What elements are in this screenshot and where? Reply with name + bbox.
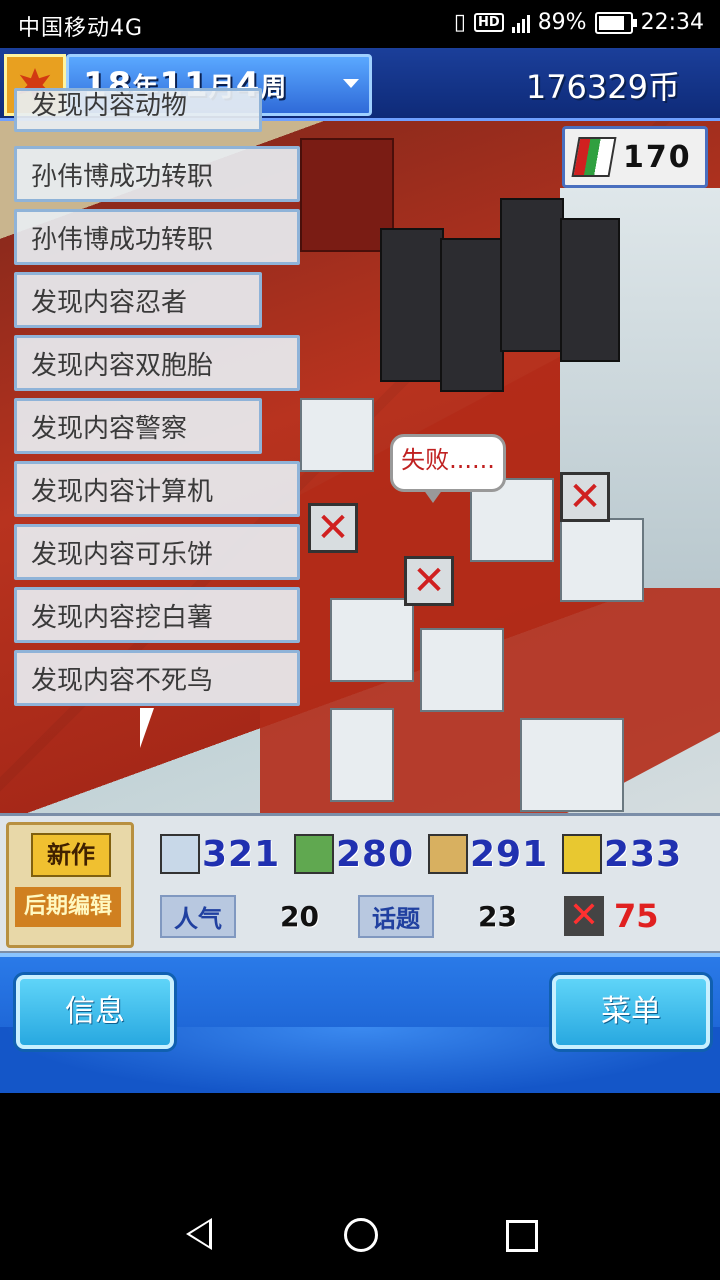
creativity-stat: 280 [294,832,414,876]
log-item[interactable]: 孙伟博成功转职 [14,209,300,265]
popularity-row: 人气 20 [160,894,319,938]
log-item[interactable]: 发现内容可乐饼 [14,524,300,580]
graphics-stat: 291 [428,832,548,876]
fans-counter: 170 [562,126,708,188]
signal-icon [511,13,530,33]
log-item[interactable]: 发现内容不死鸟 [14,650,300,706]
home-icon[interactable] [344,1218,378,1252]
carrier-label: 中国移动4G [18,16,144,41]
work-desk[interactable] [300,398,374,472]
fail-x-icon: ✕ [308,503,358,553]
log-item[interactable]: 发现内容动物 [14,88,262,132]
info-button[interactable]: 信息 [16,975,174,1049]
event-log[interactable]: 发现内容动物 孙伟博成功转职 孙伟博成功转职 发现内容忍者 发现内容双胞胎 发现… [14,88,300,758]
topic-value: 23 [478,899,517,933]
log-item[interactable]: 发现内容双胞胎 [14,335,300,391]
pointer-icon [140,708,154,748]
project-type-badge: 新作 [31,833,111,877]
project-stage-label: 后期编辑 [15,887,121,927]
topic-label: 话题 [358,894,434,938]
sound-stat: 233 [562,832,682,876]
music-note-icon [562,834,602,874]
document-icon [160,834,200,874]
project-stats-bar: 新作 后期编辑 321 280 291 233 人气 20 话题 23 ✕ 75 [0,813,720,954]
popularity-label: 人气 [160,894,236,938]
bugs-row: ✕ 75 [564,896,659,936]
menu-button[interactable]: 菜单 [552,975,710,1049]
bug-x-icon: ✕ [564,896,604,936]
server-rack [560,218,620,362]
status-bar: 中国移动4G ▯ HD 89% 22:34 [0,0,720,48]
vibrate-icon: ▯ [453,10,467,35]
log-item[interactable]: 孙伟博成功转职 [14,146,300,202]
coin-balance: 176329币 [525,68,680,106]
battery-icon [594,11,637,34]
log-item[interactable]: 发现内容警察 [14,398,262,454]
battery-percent: 89% [537,10,587,35]
popularity-value: 20 [280,899,319,933]
whiteboard[interactable] [520,718,624,812]
fans-value: 170 [623,139,692,175]
speech-bubble: 失败...... [390,434,506,503]
camera-icon [428,834,468,874]
fun-stat: 321 [160,832,280,876]
chevron-down-icon[interactable] [343,79,359,88]
work-desk[interactable] [560,518,644,602]
server-rack [500,198,564,352]
recent-apps-icon[interactable] [506,1220,538,1252]
work-desk[interactable] [420,628,504,712]
back-icon[interactable] [186,1218,212,1250]
server-rack [380,228,444,382]
vending-machine[interactable] [330,708,394,802]
bottom-bar: 信息 菜单 [0,953,720,1093]
status-right: ▯ HD 89% 22:34 [454,10,704,35]
android-nav-bar [0,1188,720,1280]
log-item[interactable]: 发现内容忍者 [14,272,262,328]
topic-row: 话题 23 [358,894,517,938]
log-item[interactable]: 发现内容挖白薯 [14,587,300,643]
server-rack [440,238,504,392]
fail-x-icon: ✕ [560,472,610,522]
fans-book-icon [571,137,617,177]
bugs-value: 75 [614,897,659,935]
log-item[interactable]: 发现内容计算机 [14,461,300,517]
fail-x-icon: ✕ [404,556,454,606]
character-icon [294,834,334,874]
game-view[interactable]: 18年11月4周 176329币 170 发现内容动物 孙伟博成功转职 孙伟博成… [0,48,720,1093]
work-desk[interactable] [330,598,414,682]
project-status[interactable]: 新作 后期编辑 [6,822,134,948]
hd-icon: HD [474,13,504,32]
clock: 22:34 [640,10,704,35]
